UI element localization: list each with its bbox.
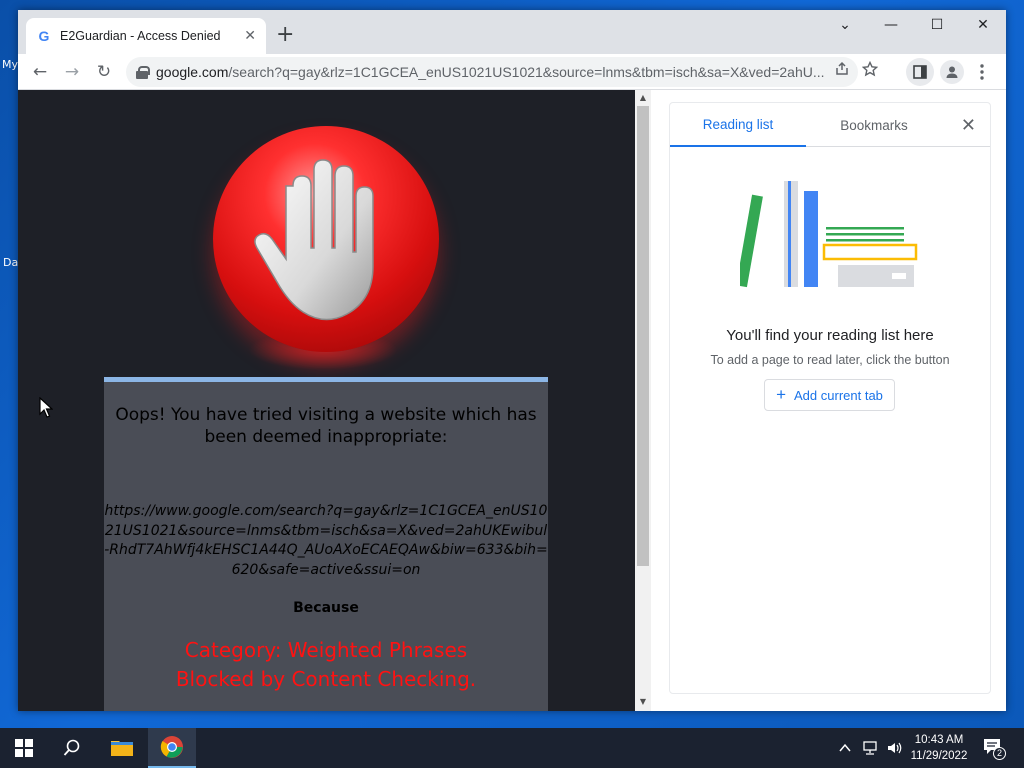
add-current-tab-label: Add current tab (794, 387, 883, 403)
new-tab-button[interactable]: + (276, 24, 294, 46)
scroll-down-arrow-icon[interactable]: ▼ (635, 694, 651, 708)
hand-icon (254, 159, 374, 321)
side-panel-button[interactable] (906, 58, 934, 86)
tab-bookmarks[interactable]: Bookmarks (806, 103, 942, 147)
chrome-icon (160, 736, 183, 758)
forward-button[interactable]: → (56, 56, 88, 88)
side-panel-tabs: Reading list Bookmarks ✕ (670, 103, 990, 147)
page-scrollbar[interactable]: ▲ ▼ (635, 90, 651, 711)
reading-list-empty-subtitle: To add a page to read later, click the b… (710, 353, 950, 367)
add-current-tab-button[interactable]: + Add current tab (764, 379, 895, 411)
desktop-icon-label: My (2, 58, 19, 71)
kebab-menu-icon (980, 64, 984, 80)
block-page: Oops! You have tried visiting a website … (18, 90, 635, 711)
chevron-up-icon[interactable] (838, 741, 852, 755)
network-icon[interactable] (862, 741, 878, 755)
folder-icon (111, 741, 133, 756)
url-text[interactable]: google.com/search?q=gay&rlz=1C1GCEA_enUS… (156, 64, 848, 80)
side-panel: Reading list Bookmarks ✕ You'll find you… (651, 90, 1006, 711)
because-label: Because (293, 600, 359, 616)
tab-search-button[interactable]: ⌄ (822, 10, 868, 40)
share-icon[interactable] (834, 61, 850, 77)
block-method: Blocked by Content Checking. (175, 667, 477, 691)
mouse-cursor-icon (39, 397, 53, 418)
browser-tab[interactable]: G E2Guardian - Access Denied ✕ (26, 18, 266, 54)
file-explorer-button[interactable] (98, 728, 146, 768)
profile-button[interactable] (940, 60, 964, 84)
tab-title: E2Guardian - Access Denied (60, 29, 221, 43)
close-window-button[interactable]: ✕ (960, 10, 1006, 40)
minimize-button[interactable]: — (868, 10, 914, 40)
start-button[interactable] (0, 728, 48, 768)
url-path: /search?q=gay&rlz=1C1GCEA_enUS1021US1021… (228, 64, 825, 80)
reading-list-empty-title: You'll find your reading list here (726, 327, 934, 344)
block-reason: Category: Weighted Phrases Blocked by Co… (104, 636, 548, 694)
google-favicon-icon: G (38, 28, 50, 44)
clock-date: 11/29/2022 (910, 750, 968, 762)
browser-content: Oops! You have tried visiting a website … (18, 90, 1006, 711)
side-panel-icon (913, 65, 927, 79)
reading-list-card: Reading list Bookmarks ✕ You'll find you… (669, 102, 991, 694)
windows-logo-icon (15, 739, 33, 757)
url-host: google.com (156, 64, 229, 80)
search-button[interactable] (48, 728, 96, 768)
search-icon (63, 739, 80, 756)
notification-count-badge: 2 (993, 747, 1006, 760)
reload-button[interactable]: ↻ (88, 56, 120, 88)
side-panel-close-icon[interactable]: ✕ (961, 115, 976, 136)
volume-icon[interactable] (886, 741, 902, 755)
address-bar[interactable]: google.com/search?q=gay&rlz=1C1GCEA_enUS… (126, 57, 858, 87)
chrome-taskbar-button[interactable] (148, 728, 196, 768)
blocked-url: https://www.google.com/search?q=gay&rlz=… (104, 503, 548, 578)
stop-hand-icon (213, 126, 439, 352)
desktop-icon-label: Da (3, 256, 19, 269)
tab-strip: G E2Guardian - Access Denied ✕ + ⌄ — ☐ ✕ (18, 10, 1006, 54)
bookmark-star-icon[interactable] (862, 61, 878, 77)
maximize-button[interactable]: ☐ (914, 10, 960, 40)
scroll-thumb[interactable] (637, 106, 649, 566)
clock-time: 10:43 AM (914, 734, 964, 746)
block-category: Category: Weighted Phrases (184, 638, 468, 662)
system-tray (838, 728, 902, 768)
plus-icon: + (776, 385, 787, 404)
lock-icon[interactable] (136, 66, 150, 79)
profile-avatar-icon (946, 66, 958, 78)
scroll-up-arrow-icon[interactable]: ▲ (635, 90, 651, 104)
tab-close-icon[interactable]: ✕ (244, 28, 256, 44)
menu-button[interactable] (974, 62, 990, 86)
action-center-button[interactable]: 2 (980, 734, 1010, 762)
tab-reading-list[interactable]: Reading list (670, 103, 806, 147)
block-headline: Oops! You have tried visiting a website … (115, 405, 537, 447)
block-message-box: Oops! You have tried visiting a website … (104, 377, 548, 711)
browser-toolbar: ← → ↻ google.com/search?q=gay&rlz=1C1GCE… (18, 54, 1006, 90)
browser-window: G E2Guardian - Access Denied ✕ + ⌄ — ☐ ✕… (18, 10, 1006, 711)
taskbar: 10:43 AM 11/29/2022 2 (0, 728, 1024, 768)
back-button[interactable]: ← (24, 56, 56, 88)
taskbar-clock[interactable]: 10:43 AM 11/29/2022 (906, 732, 972, 764)
reading-list-illustration-icon (740, 181, 918, 288)
